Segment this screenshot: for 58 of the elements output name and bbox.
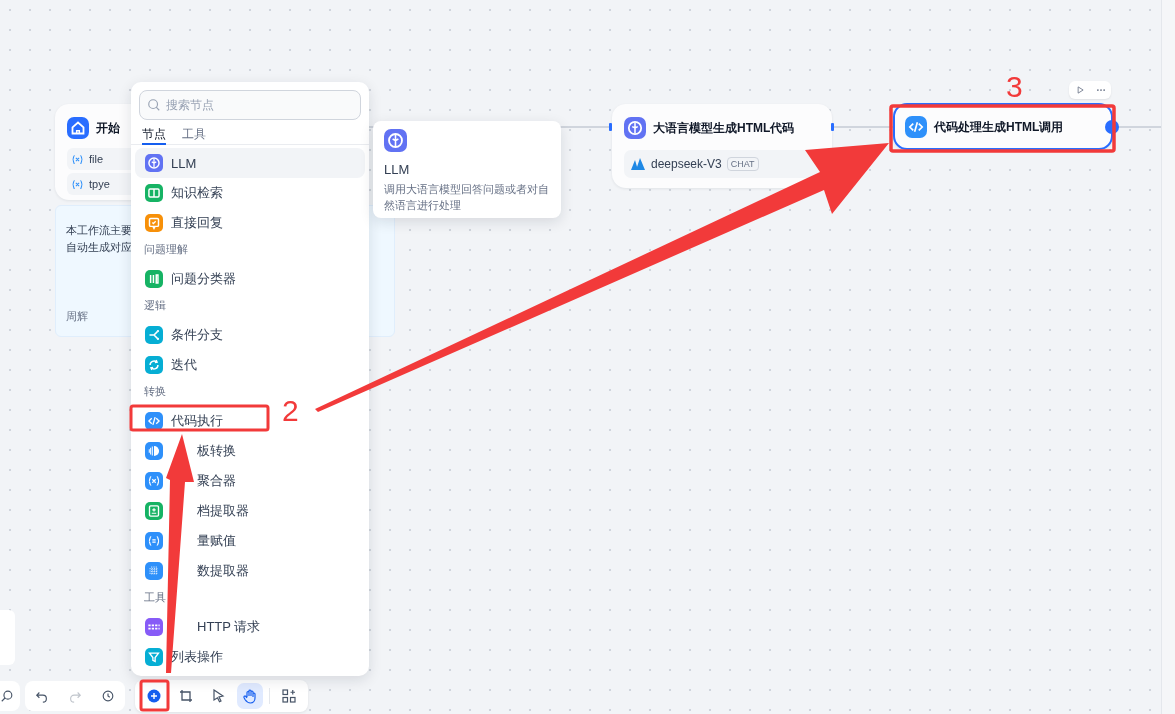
- menu-item[interactable]: 迭代: [135, 350, 207, 380]
- model-badge: CHAT: [726, 157, 759, 171]
- brain-icon: [624, 117, 646, 139]
- home-icon: [67, 117, 89, 139]
- menu-item[interactable]: 档提取器: [135, 496, 259, 526]
- annotation-number: 2: [282, 396, 299, 426]
- variable-name: file: [89, 153, 104, 165]
- port-handle[interactable]: [609, 123, 612, 131]
- menu-item[interactable]: 聚合器: [135, 466, 246, 496]
- tab[interactable]: 节点: [142, 126, 166, 145]
- minimap-panel: [0, 610, 15, 665]
- variable-name: tpye: [89, 178, 110, 190]
- note-text: 自动生成对应: [66, 241, 132, 253]
- run-icon: [1074, 85, 1085, 95]
- section-label: 工具: [143, 590, 166, 605]
- section-label: 问题理解: [143, 242, 188, 257]
- pointer-icon: [210, 688, 226, 704]
- variable-icon: [71, 177, 84, 191]
- menu-item[interactable]: 数提取器: [135, 556, 259, 586]
- tooltip-title: LLM: [384, 162, 411, 177]
- code-icon: [905, 116, 927, 138]
- menu-item[interactable]: 直接回复: [135, 208, 233, 238]
- section-label: 转换: [143, 384, 166, 399]
- menu-item[interactable]: 量赋值: [135, 526, 246, 556]
- search-icon: [147, 98, 161, 112]
- crop-icon: [178, 688, 194, 704]
- menu-item[interactable]: 问题分类器: [135, 264, 246, 294]
- menu-item[interactable]: 代码执行: [135, 406, 233, 436]
- node-title: 开始: [96, 119, 120, 137]
- model-logo-icon: [630, 156, 646, 172]
- section-label: 逻辑: [143, 298, 166, 313]
- toolbar-button[interactable]: [237, 683, 263, 709]
- node-title: 大语言模型生成HTML代码: [653, 119, 795, 137]
- tab[interactable]: 工具: [182, 126, 206, 144]
- menu-item[interactable]: 板转换: [135, 436, 246, 466]
- menu-item[interactable]: 知识检索: [135, 178, 233, 208]
- add-node-icon: [146, 688, 162, 704]
- redo-icon: [68, 689, 82, 703]
- search-field[interactable]: 搜索节点: [139, 90, 361, 120]
- undo-icon: [34, 689, 49, 703]
- note-author: 周辉: [66, 310, 88, 324]
- apps-add-icon: [281, 688, 297, 704]
- port-handle[interactable]: [831, 123, 834, 131]
- hand-icon: [242, 688, 258, 704]
- llm-node[interactable]: 大语言模型生成HTML代码 deepseek-V3 CHAT: [612, 104, 832, 188]
- note-text: 本工作流主要: [66, 224, 132, 236]
- zoom-icon: [0, 689, 14, 703]
- tooltip-description: 调用大语言模型回答问题或者对自然语言进行处理: [384, 182, 550, 213]
- annotation-number: 3: [1006, 72, 1023, 102]
- menu-item[interactable]: 条件分支: [135, 320, 233, 350]
- brain-icon: [384, 129, 407, 152]
- variable-icon: [71, 152, 84, 166]
- model-name: deepseek-V3: [651, 157, 722, 171]
- menu-item[interactable]: LLM: [135, 148, 365, 178]
- history-icon: [101, 689, 116, 703]
- menu-item[interactable]: HTTP 请求: [135, 612, 271, 642]
- node-title: 代码处理生成HTML调用: [934, 118, 1064, 136]
- highlight-frame: [139, 679, 170, 712]
